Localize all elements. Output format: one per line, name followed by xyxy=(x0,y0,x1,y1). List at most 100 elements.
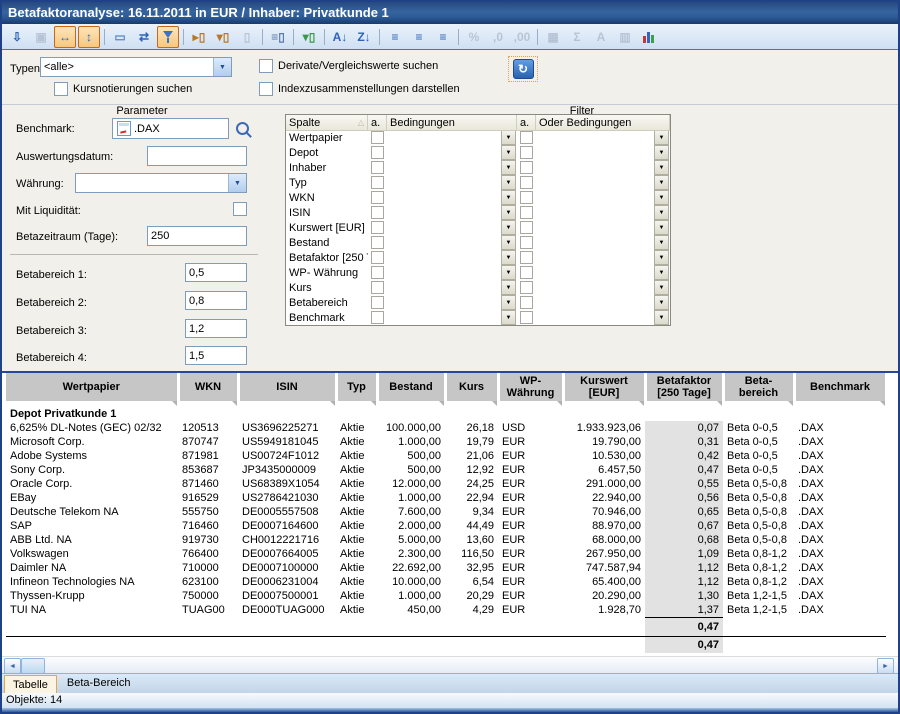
chevron-down-icon[interactable]: ▼ xyxy=(654,280,669,295)
filter-or-condition-select[interactable]: ▼ xyxy=(536,295,670,310)
chevron-down-icon[interactable]: ▼ xyxy=(654,205,669,220)
filter-condition-select[interactable]: ▼ xyxy=(387,220,517,235)
filter-or-and-checkbox[interactable] xyxy=(517,130,536,145)
chevron-down-icon[interactable]: ▼ xyxy=(501,265,516,280)
betazeitraum-field[interactable]: 250 xyxy=(147,226,247,246)
column-header-1[interactable]: WKN xyxy=(178,373,238,401)
column-header-7[interactable]: Kurswert [EUR] xyxy=(563,373,645,401)
align-center-icon[interactable]: ≡ xyxy=(408,26,430,48)
checkbox-box[interactable] xyxy=(520,176,533,189)
filter-or-condition-select[interactable]: ▼ xyxy=(536,310,670,325)
derivate-checkbox[interactable]: Derivate/Vergleichswerte suchen xyxy=(259,59,438,73)
new-frame-icon[interactable]: ▭ xyxy=(109,26,131,48)
fit-height-icon[interactable]: ↕ xyxy=(78,26,100,48)
checkbox-box[interactable] xyxy=(520,131,533,144)
filter-or-and-checkbox[interactable] xyxy=(517,175,536,190)
checkbox-box[interactable] xyxy=(371,281,384,294)
chevron-down-icon[interactable]: ▼ xyxy=(501,250,516,265)
filter-or-and-checkbox[interactable] xyxy=(517,205,536,220)
checkbox-box[interactable] xyxy=(520,251,533,264)
chevron-down-icon[interactable]: ▼ xyxy=(501,190,516,205)
betabereich2-field[interactable]: 0,8 xyxy=(185,291,247,310)
column-values-icon[interactable]: ≡▯ xyxy=(267,26,289,48)
chevron-down-icon[interactable]: ▼ xyxy=(501,160,516,175)
filter-and-checkbox[interactable] xyxy=(368,130,387,145)
insert-column-down-icon[interactable]: ▾▯ xyxy=(212,26,234,48)
filter-and-checkbox[interactable] xyxy=(368,295,387,310)
filter-header-1[interactable]: a. xyxy=(368,115,387,131)
checkbox-box[interactable] xyxy=(520,191,533,204)
chevron-down-icon[interactable]: ▼ xyxy=(501,310,516,325)
checkbox-box[interactable] xyxy=(520,311,533,324)
table-row[interactable]: EBay916529US2786421030Aktie1.000,0022,94… xyxy=(6,491,886,505)
column-header-9[interactable]: Beta- bereich xyxy=(723,373,794,401)
fit-width-icon[interactable]: ↔ xyxy=(54,26,76,48)
liquiditaet-checkbox[interactable] xyxy=(233,202,247,216)
benchmark-field[interactable]: .DAX xyxy=(112,118,229,139)
typen-select[interactable]: <alle> ▼ xyxy=(40,57,232,77)
checkbox-box[interactable] xyxy=(54,82,68,96)
filter-and-checkbox[interactable] xyxy=(368,280,387,295)
chevron-down-icon[interactable]: ▼ xyxy=(654,295,669,310)
chevron-down-icon[interactable]: ▼ xyxy=(501,235,516,250)
column-header-4[interactable]: Bestand xyxy=(377,373,445,401)
column-header-2[interactable]: ISIN xyxy=(238,373,336,401)
filter-condition-select[interactable]: ▼ xyxy=(387,205,517,220)
filter-or-condition-select[interactable]: ▼ xyxy=(536,235,670,250)
tab-beta-bereich[interactable]: Beta-Bereich xyxy=(59,674,139,693)
filter-header-4[interactable]: Oder Bedingungen xyxy=(536,115,670,131)
filter-condition-select[interactable]: ▼ xyxy=(387,250,517,265)
chevron-down-icon[interactable]: ▼ xyxy=(501,175,516,190)
chevron-down-icon[interactable]: ▼ xyxy=(501,280,516,295)
kursnotierungen-checkbox[interactable]: Kursnotierungen suchen xyxy=(54,82,192,96)
filter-or-condition-select[interactable]: ▼ xyxy=(536,190,670,205)
table-row[interactable]: ABB Ltd. NA919730CH0012221716Aktie5.000,… xyxy=(6,533,886,547)
checkbox-box[interactable] xyxy=(371,311,384,324)
tab-tabelle[interactable]: Tabelle xyxy=(4,675,57,693)
chart-icon[interactable] xyxy=(638,26,660,48)
filter-or-condition-select[interactable]: ▼ xyxy=(536,145,670,160)
chevron-down-icon[interactable]: ▼ xyxy=(501,295,516,310)
column-header-10[interactable]: Benchmark xyxy=(794,373,886,401)
filter-condition-select[interactable]: ▼ xyxy=(387,130,517,145)
filter-condition-select[interactable]: ▼ xyxy=(387,175,517,190)
chevron-down-icon[interactable]: ▼ xyxy=(654,220,669,235)
filter-or-condition-select[interactable]: ▼ xyxy=(536,205,670,220)
table-row[interactable]: TUI NATUAG00DE000TUAG000Aktie450,004,29E… xyxy=(6,603,886,618)
chevron-down-icon[interactable]: ▼ xyxy=(654,190,669,205)
align-right-icon[interactable]: ≡ xyxy=(432,26,454,48)
checkbox-box[interactable] xyxy=(520,266,533,279)
column-header-5[interactable]: Kurs xyxy=(445,373,498,401)
chevron-down-icon[interactable]: ▼ xyxy=(654,250,669,265)
chevron-down-icon[interactable]: ▼ xyxy=(501,205,516,220)
window-titlebar[interactable]: Betafaktoranalyse: 16.11.2011 in EUR / I… xyxy=(2,2,898,24)
checkbox-box[interactable] xyxy=(259,82,273,96)
filter-icon[interactable] xyxy=(157,26,179,48)
betabereich1-field[interactable]: 0,5 xyxy=(185,263,247,282)
checkbox-box[interactable] xyxy=(520,296,533,309)
filter-and-checkbox[interactable] xyxy=(368,250,387,265)
filter-condition-select[interactable]: ▼ xyxy=(387,145,517,160)
checkbox-box[interactable] xyxy=(520,236,533,249)
filter-or-condition-select[interactable]: ▼ xyxy=(536,130,670,145)
filter-or-condition-select[interactable]: ▼ xyxy=(536,280,670,295)
filter-condition-select[interactable]: ▼ xyxy=(387,190,517,205)
filter-or-and-checkbox[interactable] xyxy=(517,295,536,310)
chevron-down-icon[interactable]: ▼ xyxy=(654,160,669,175)
chevron-down-icon[interactable]: ▼ xyxy=(501,220,516,235)
checkbox-box[interactable] xyxy=(371,266,384,279)
scroll-right-icon[interactable]: ► xyxy=(877,658,894,674)
checkbox-box[interactable] xyxy=(520,281,533,294)
filter-condition-select[interactable]: ▼ xyxy=(387,235,517,250)
column-header-6[interactable]: WP- Währung xyxy=(498,373,563,401)
table-row[interactable]: Sony Corp.853687JP3435000009Aktie500,001… xyxy=(6,463,886,477)
align-left-icon[interactable]: ≡ xyxy=(384,26,406,48)
chevron-down-icon[interactable]: ▼ xyxy=(213,58,231,76)
checkbox-box[interactable] xyxy=(371,146,384,159)
filter-and-checkbox[interactable] xyxy=(368,190,387,205)
insert-column-right-icon[interactable]: ▸▯ xyxy=(188,26,210,48)
checkbox-box[interactable] xyxy=(520,221,533,234)
checkbox-box[interactable] xyxy=(371,161,384,174)
index-checkbox[interactable]: Indexzusammenstellungen darstellen xyxy=(259,82,460,96)
filter-or-and-checkbox[interactable] xyxy=(517,235,536,250)
